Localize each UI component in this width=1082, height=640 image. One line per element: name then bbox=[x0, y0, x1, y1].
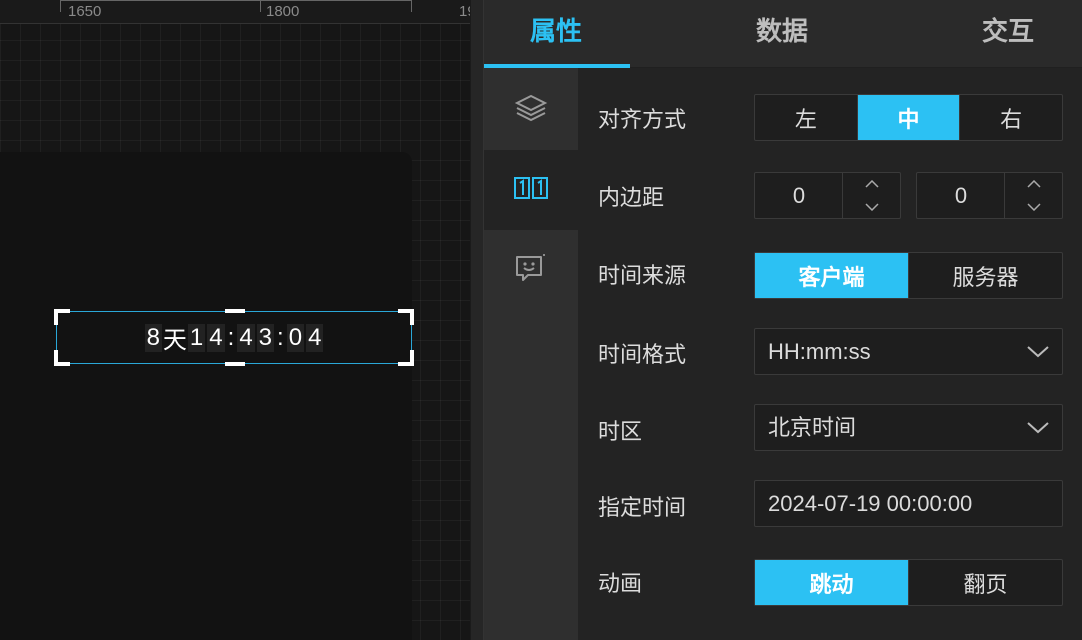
digits-icon bbox=[514, 176, 548, 204]
stepper-arrows bbox=[1004, 173, 1062, 218]
stepper-arrows bbox=[842, 173, 900, 218]
align-right-button[interactable]: 右 bbox=[960, 95, 1062, 140]
time-source-selector: 客户端 服务器 bbox=[754, 252, 1063, 299]
time-format-value: HH:mm:ss bbox=[768, 339, 871, 364]
decrement-button[interactable] bbox=[1005, 196, 1063, 218]
ruler-tick bbox=[60, 0, 61, 12]
padding-right-stepper[interactable]: 0 bbox=[916, 172, 1063, 219]
padding-left-stepper[interactable]: 0 bbox=[754, 172, 901, 219]
sidebar-item-layers[interactable] bbox=[484, 70, 578, 150]
countdown-separator: : bbox=[227, 323, 235, 351]
align-selector: 左 中 右 bbox=[754, 94, 1063, 141]
countdown-separator: : bbox=[277, 323, 284, 351]
animation-bounce-button[interactable]: 跳动 bbox=[755, 560, 909, 605]
countdown-display: 8 天 1 4 : 4 3 : 0 4 bbox=[57, 312, 411, 363]
align-left-button[interactable]: 左 bbox=[755, 95, 858, 140]
countdown-days-unit: 天 bbox=[162, 327, 187, 354]
countdown-digit: 1 bbox=[187, 323, 206, 352]
sidebar-item-tooltip[interactable] bbox=[484, 230, 578, 310]
chevron-up-icon bbox=[865, 175, 879, 193]
panel-tabs: 属性 数据 交互 bbox=[484, 0, 1082, 68]
horizontal-ruler: 1650 1800 19 bbox=[0, 0, 470, 24]
target-time-value: 2024-07-19 00:00:00 bbox=[768, 491, 973, 516]
countdown-digit: 4 bbox=[306, 323, 324, 352]
time-source-client-button[interactable]: 客户端 bbox=[755, 253, 909, 298]
chevron-up-icon bbox=[1027, 175, 1041, 193]
time-format-select[interactable]: HH:mm:ss bbox=[754, 328, 1063, 375]
decrement-button[interactable] bbox=[843, 196, 901, 218]
ruler-tick bbox=[260, 0, 261, 12]
padding-right-value[interactable]: 0 bbox=[917, 173, 1005, 218]
ruler-tick bbox=[411, 0, 412, 12]
chevron-down-icon bbox=[1027, 198, 1041, 216]
tab-interaction[interactable]: 交互 bbox=[982, 0, 1034, 68]
countdown-days: 8 bbox=[144, 323, 162, 352]
tab-properties[interactable]: 属性 bbox=[530, 0, 582, 68]
design-canvas[interactable]: 1650 1800 19 8 天 1 4 : 4 3 : 0 4 bbox=[0, 0, 470, 640]
app-root: 1650 1800 19 8 天 1 4 : 4 3 : 0 4 bbox=[0, 0, 1082, 640]
timezone-value: 北京时间 bbox=[768, 415, 857, 440]
countdown-digit: 4 bbox=[237, 323, 255, 352]
layers-icon bbox=[514, 93, 548, 128]
chevron-down-icon bbox=[865, 198, 879, 216]
increment-button[interactable] bbox=[843, 173, 901, 195]
ruler-line bbox=[60, 0, 412, 1]
artboard[interactable] bbox=[0, 152, 412, 640]
timezone-select[interactable]: 北京时间 bbox=[754, 404, 1063, 451]
chat-face-icon bbox=[514, 253, 548, 288]
animation-flip-button[interactable]: 翻页 bbox=[909, 560, 1062, 605]
time-source-server-button[interactable]: 服务器 bbox=[909, 253, 1062, 298]
chevron-down-icon bbox=[1026, 341, 1050, 366]
tab-data[interactable]: 数据 bbox=[756, 0, 808, 68]
increment-button[interactable] bbox=[1005, 173, 1063, 195]
padding-label: 内边距 bbox=[598, 185, 665, 210]
padding-left-value[interactable]: 0 bbox=[755, 173, 843, 218]
panel-sidebar bbox=[484, 68, 578, 640]
ruler-label: 19 bbox=[459, 3, 470, 20]
panel-splitter[interactable] bbox=[470, 0, 484, 640]
countdown-digit: 4 bbox=[207, 323, 225, 352]
timezone-label: 时区 bbox=[598, 419, 643, 444]
properties-panel: 属性 数据 交互 对齐方式 左 中 右 内边距 0 0 时间来源 客户端 服务器… bbox=[484, 0, 1082, 640]
countdown-digit: 0 bbox=[286, 323, 305, 352]
sidebar-item-digits[interactable] bbox=[484, 150, 578, 230]
target-time-input[interactable]: 2024-07-19 00:00:00 bbox=[754, 480, 1063, 527]
countdown-widget[interactable]: 8 天 1 4 : 4 3 : 0 4 bbox=[54, 309, 414, 366]
ruler-label: 1650 bbox=[68, 3, 102, 20]
align-label: 对齐方式 bbox=[598, 107, 687, 132]
animation-label: 动画 bbox=[598, 571, 643, 596]
align-center-button[interactable]: 中 bbox=[857, 95, 961, 140]
animation-selector: 跳动 翻页 bbox=[754, 559, 1063, 606]
time-source-label: 时间来源 bbox=[598, 263, 687, 288]
countdown-digit: 3 bbox=[256, 323, 275, 352]
target-time-label: 指定时间 bbox=[598, 495, 687, 520]
time-format-label: 时间格式 bbox=[598, 342, 687, 367]
ruler-label: 1800 bbox=[266, 3, 300, 20]
chevron-down-icon bbox=[1026, 417, 1050, 442]
properties-content: 对齐方式 左 中 右 内边距 0 0 时间来源 客户端 服务器 时间格式 HH:… bbox=[578, 68, 1082, 640]
